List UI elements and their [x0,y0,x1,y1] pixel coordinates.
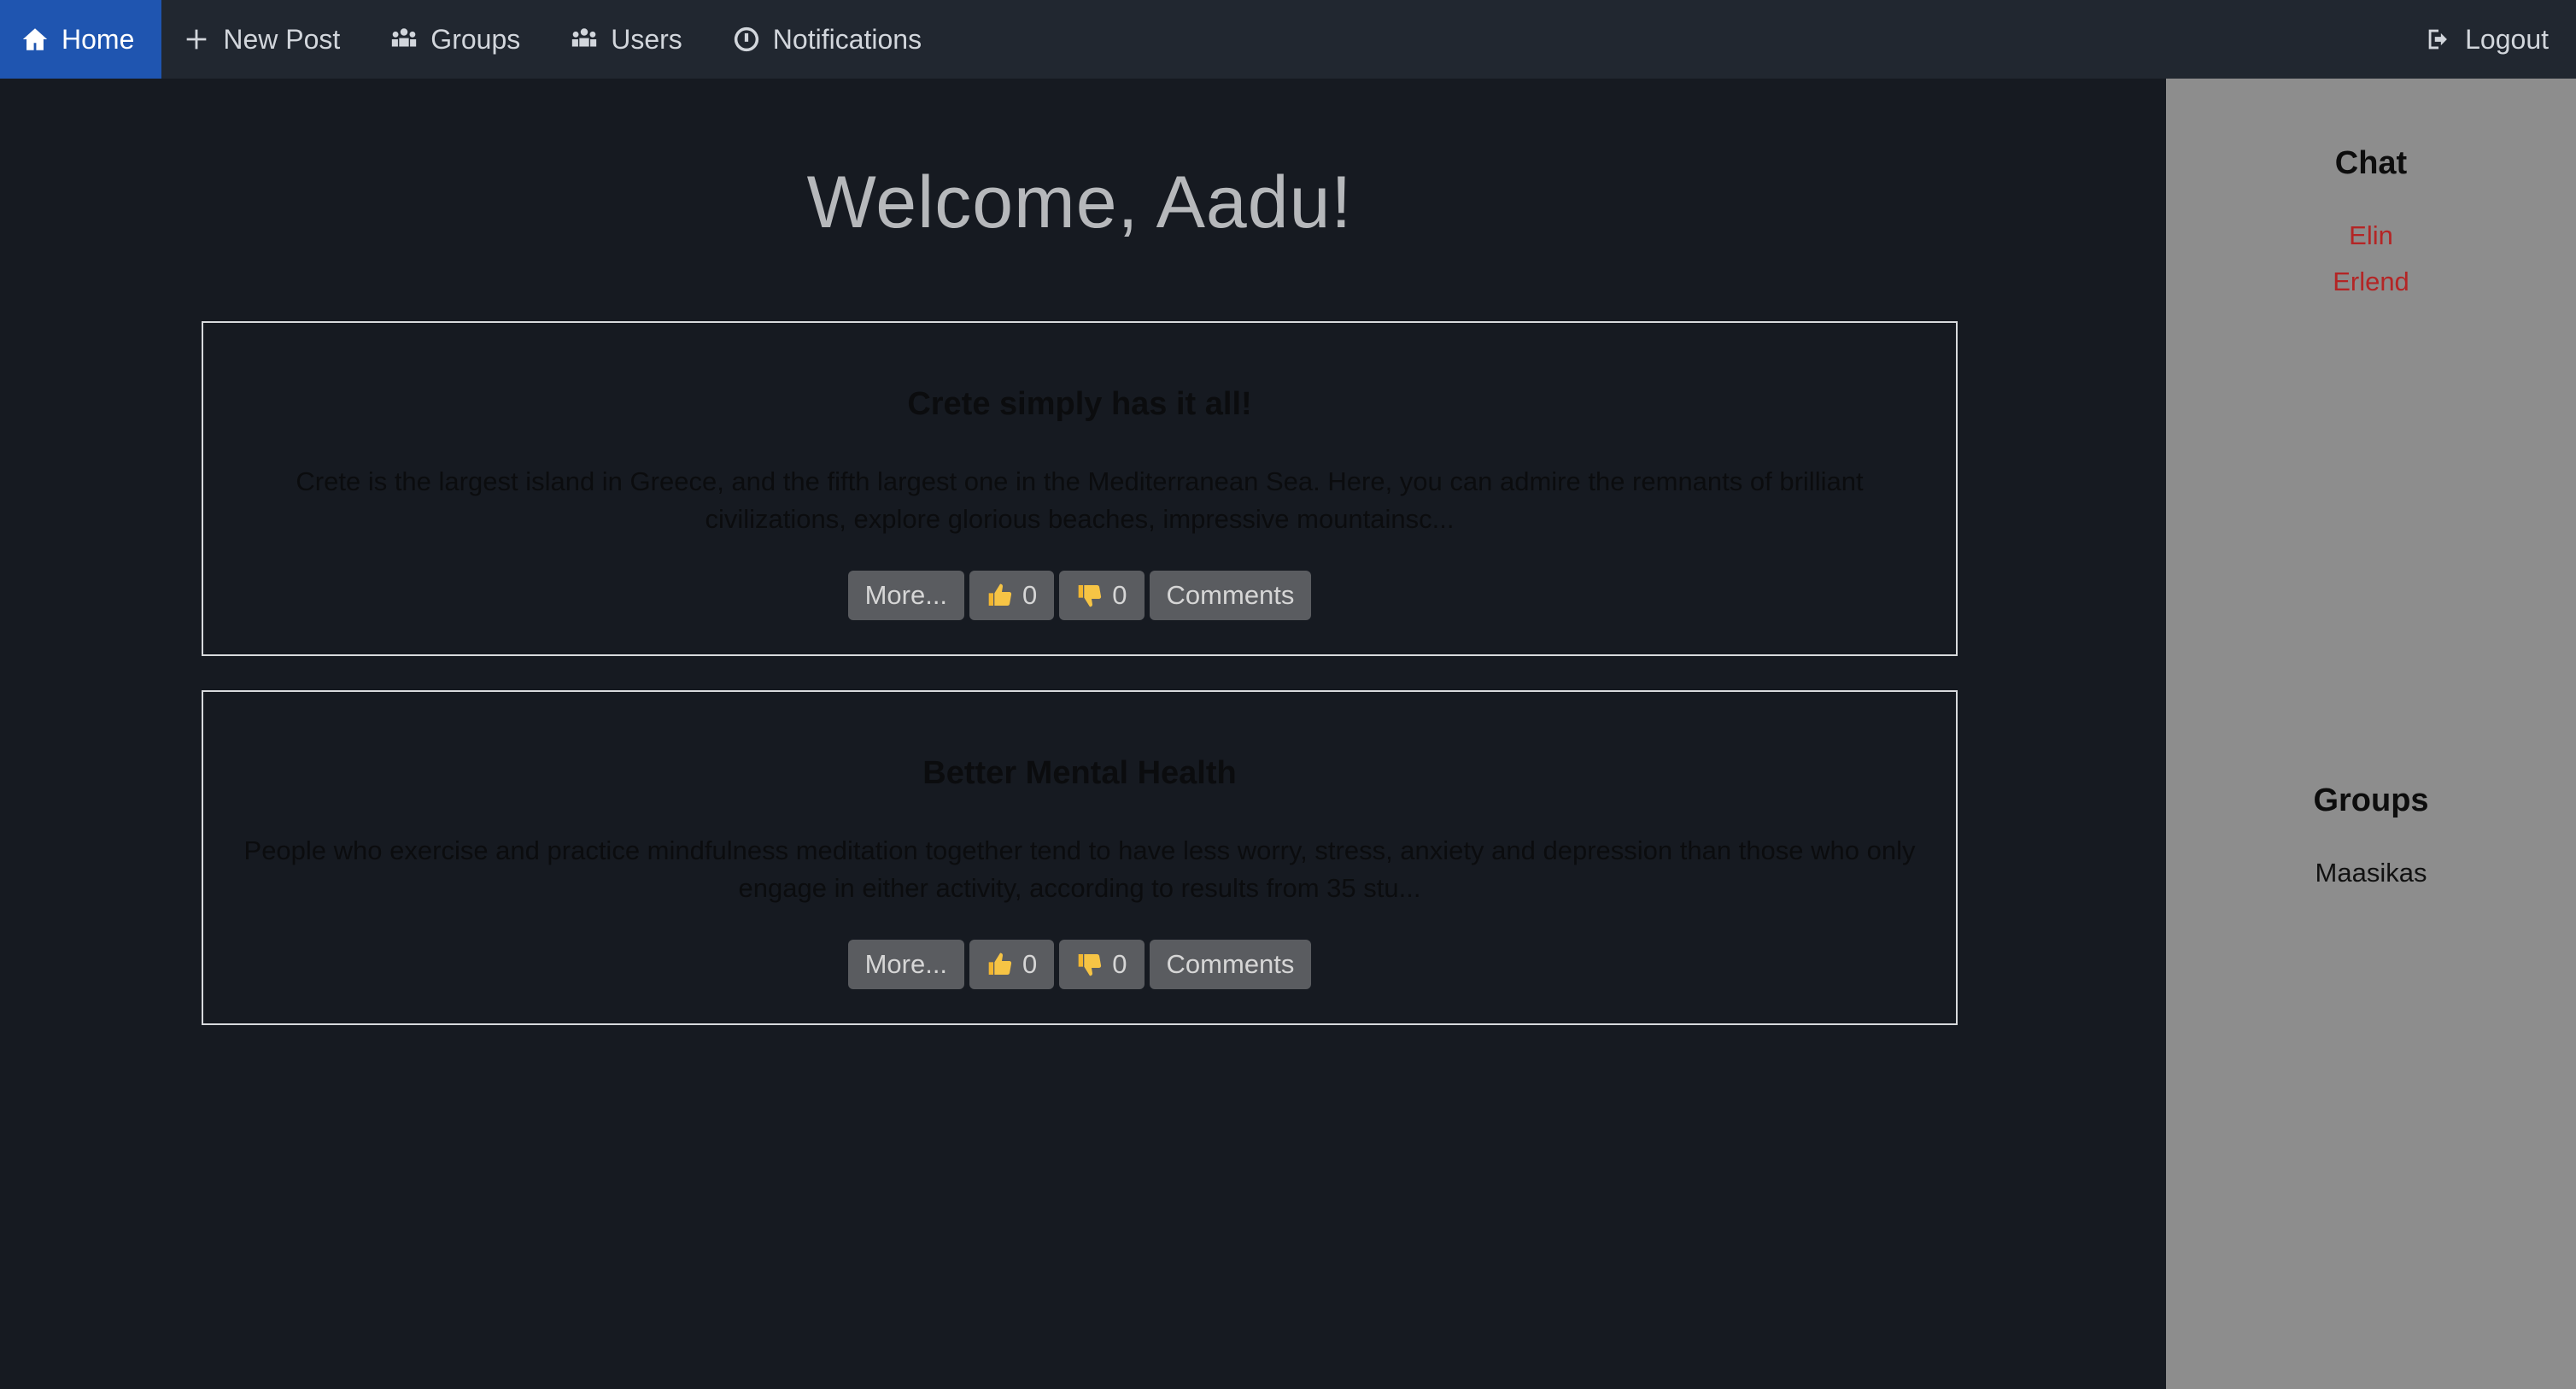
chat-user-link[interactable]: Elin [2166,220,2576,251]
dislike-count: 0 [1112,580,1127,610]
post-actions: More... 0 0 Comments [203,571,1956,620]
more-button[interactable]: More... [847,571,965,620]
dislike-button[interactable]: 0 [1059,940,1145,989]
nav-groups[interactable]: Groups [369,0,549,79]
nav-groups-label: Groups [430,23,521,55]
nav-logout[interactable]: Logout [2403,0,2576,79]
users-group-icon [570,25,599,54]
more-button-label: More... [864,949,948,979]
dislike-button[interactable]: 0 [1059,571,1145,620]
nav-new-post[interactable]: New Post [161,0,369,79]
main-content: Welcome, Aadu! Crete simply has it all! … [0,79,2166,1389]
top-navbar: Home New Post Groups Users Notifications… [0,0,2576,79]
dislike-count: 0 [1112,949,1127,979]
like-count: 0 [1022,580,1038,610]
nav-home-label: Home [61,23,135,55]
nav-notifications-label: Notifications [772,23,922,55]
page-title: Welcome, Aadu! [806,161,1353,243]
alert-icon [732,25,761,54]
right-sidebar: Chat Elin Erlend Groups Maasikas [2166,79,2576,1389]
post-excerpt: People who exercise and practice mindful… [243,835,1916,903]
nav-home[interactable]: Home [0,0,162,79]
chat-heading: Chat [2334,145,2408,181]
post-actions: More... 0 0 Comments [203,940,1956,989]
comments-button[interactable]: Comments [1149,940,1312,989]
home-icon [20,25,50,54]
post-title: Crete simply has it all! [907,386,1252,422]
nav-users[interactable]: Users [549,0,711,79]
groups-heading: Groups [2313,782,2429,818]
thumbs-up-icon [986,951,1014,978]
logout-icon [2424,25,2453,54]
nav-logout-label: Logout [2465,23,2549,55]
post-title: Better Mental Health [922,755,1237,791]
nav-new-post-label: New Post [223,23,341,55]
like-button[interactable]: 0 [969,571,1055,620]
nav-notifications[interactable]: Notifications [711,0,951,79]
chat-user-link[interactable]: Erlend [2166,267,2576,297]
post-card: Better Mental Health People who exercise… [202,690,1958,1025]
thumbs-down-icon [1076,951,1104,978]
comments-button-label: Comments [1166,949,1295,979]
thumbs-down-icon [1076,582,1104,609]
more-button[interactable]: More... [847,940,965,989]
post-card: Crete simply has it all! Crete is the la… [202,321,1958,656]
thumbs-up-icon [986,582,1014,609]
plus-icon [182,25,211,54]
users-group-icon [389,25,419,54]
comments-button[interactable]: Comments [1149,571,1312,620]
group-item[interactable]: Maasikas [2166,858,2576,888]
like-button[interactable]: 0 [969,940,1055,989]
like-count: 0 [1022,949,1038,979]
more-button-label: More... [864,580,948,610]
post-excerpt: Crete is the largest island in Greece, a… [296,466,1864,534]
comments-button-label: Comments [1166,580,1295,610]
nav-users-label: Users [611,23,682,55]
